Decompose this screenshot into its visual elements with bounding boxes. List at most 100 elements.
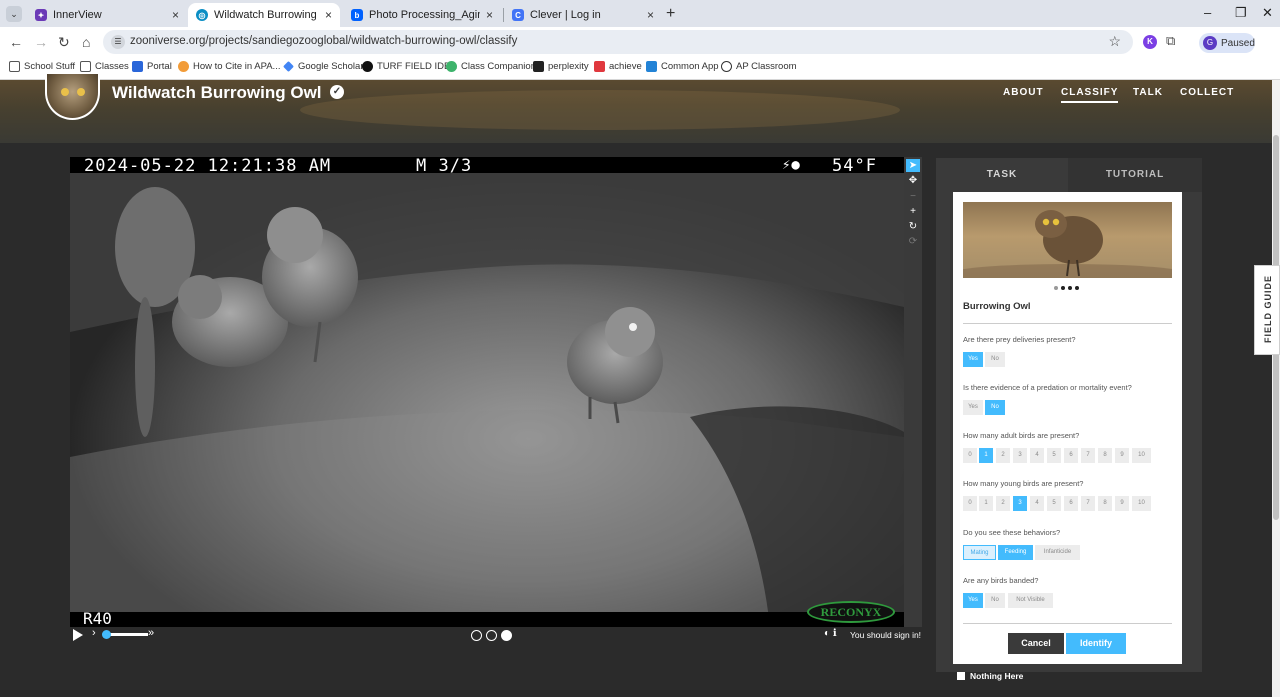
bookmark-portal[interactable]: Portal: [132, 61, 172, 72]
bookmark-school-stuff[interactable]: School Stuff: [9, 61, 75, 72]
address-bar[interactable]: ☰ zooniverse.org/projects/sandiegozooglo…: [103, 30, 1133, 54]
nothing-here-checkbox[interactable]: [957, 672, 965, 680]
window-close-icon[interactable]: ✕: [1262, 5, 1273, 21]
answer-adult-8[interactable]: 8: [1098, 448, 1112, 463]
answer-adult-0[interactable]: 0: [963, 448, 977, 463]
bookmark-turf[interactable]: TURF FIELD IDEA: [362, 61, 457, 72]
answer-infanticide[interactable]: Infanticide: [1035, 545, 1080, 560]
camera-trap-image[interactable]: [70, 157, 904, 627]
answer-adult-5[interactable]: 5: [1047, 448, 1061, 463]
back-arrow-icon[interactable]: ←: [9, 34, 23, 50]
pointer-tool-icon[interactable]: ➤: [906, 159, 920, 172]
zoom-in-icon[interactable]: +: [906, 205, 920, 218]
bookmark-class-companion[interactable]: Class Companion: [446, 61, 536, 72]
answer-adult-10[interactable]: 10: [1132, 448, 1151, 463]
answer-young-1[interactable]: 1: [979, 496, 993, 511]
site-info-icon[interactable]: ☰: [111, 35, 125, 49]
frame-dot-1[interactable]: [471, 630, 482, 641]
bookmark-star-icon[interactable]: ☆: [1108, 33, 1121, 50]
answer-feeding[interactable]: Feeding: [998, 545, 1033, 560]
answer-young-8[interactable]: 8: [1098, 496, 1112, 511]
bookmark-apa[interactable]: How to Cite in APA...: [178, 61, 280, 72]
browser-tab-zooniverse[interactable]: ◎ Wildwatch Burrowing Owl » Cla ×: [188, 3, 340, 27]
bookmark-ap-classroom[interactable]: AP Classroom: [721, 61, 797, 72]
nothing-here-option[interactable]: Nothing Here: [957, 671, 1023, 681]
answer-q2-yes[interactable]: Yes: [963, 400, 983, 415]
contrast-info-icons[interactable]: ◐ ℹ: [824, 628, 837, 639]
answer-young-0[interactable]: 0: [963, 496, 977, 511]
tab-search-button[interactable]: ⌄: [6, 6, 22, 22]
answer-adult-7[interactable]: 7: [1081, 448, 1095, 463]
answer-young-2[interactable]: 2: [996, 496, 1010, 511]
profile-button[interactable]: G Paused: [1199, 33, 1255, 53]
tab-close-icon[interactable]: ×: [647, 8, 654, 22]
bookmark-achieve[interactable]: achieve: [594, 61, 642, 72]
browser-tab-clever[interactable]: C Clever | Log in ×: [504, 3, 662, 27]
carousel-dot[interactable]: [1061, 286, 1065, 290]
extensions-puzzle-icon[interactable]: ⧉: [1166, 33, 1175, 49]
nav-collect[interactable]: COLLECT: [1180, 87, 1234, 98]
carousel-dot[interactable]: [1068, 286, 1072, 290]
tab-close-icon[interactable]: ×: [486, 8, 493, 22]
tab-close-icon[interactable]: ×: [172, 8, 179, 22]
extension-k-icon[interactable]: K: [1143, 35, 1157, 49]
camera-id: R40: [83, 609, 112, 627]
nav-talk[interactable]: TALK: [1133, 87, 1163, 98]
rotate-icon[interactable]: ↻: [906, 220, 920, 233]
answer-q2-no[interactable]: No: [985, 400, 1005, 415]
tab-task[interactable]: TASK: [936, 158, 1068, 192]
reset-icon[interactable]: ⟳: [906, 235, 920, 248]
minimize-icon[interactable]: –: [1204, 5, 1211, 20]
answer-young-6[interactable]: 6: [1064, 496, 1078, 511]
tab-close-icon[interactable]: ×: [325, 8, 332, 22]
identify-button[interactable]: Identify: [1066, 633, 1126, 654]
sign-in-notice[interactable]: You should sign in!: [850, 630, 921, 640]
frame-dot-2[interactable]: [486, 630, 497, 641]
answer-adult-4[interactable]: 4: [1030, 448, 1044, 463]
slow-speed-icon: ›: [92, 627, 96, 639]
nav-classify[interactable]: CLASSIFY: [1061, 87, 1119, 103]
answer-young-10[interactable]: 10: [1132, 496, 1151, 511]
answer-adult-2[interactable]: 2: [996, 448, 1010, 463]
field-guide-button[interactable]: FIELD GUIDE: [1254, 265, 1280, 355]
carousel-dot[interactable]: [1075, 286, 1079, 290]
answer-young-9[interactable]: 9: [1115, 496, 1129, 511]
carousel-dot[interactable]: [1054, 286, 1058, 290]
url-text[interactable]: zooniverse.org/projects/sandiegozoogloba…: [130, 35, 517, 47]
forward-arrow-icon[interactable]: →: [34, 34, 48, 50]
answer-mating[interactable]: Mating: [963, 545, 996, 560]
play-icon[interactable]: [73, 629, 83, 641]
answer-q1-no[interactable]: No: [985, 352, 1005, 367]
answer-young-7[interactable]: 7: [1081, 496, 1095, 511]
reload-icon[interactable]: ↻: [58, 34, 70, 51]
home-icon[interactable]: ⌂: [82, 34, 90, 50]
answer-young-3[interactable]: 3: [1013, 496, 1027, 511]
subject-viewer[interactable]: 2024-05-22 12:21:38 AM M 3/3 ⚡● 54°F R40…: [70, 157, 904, 627]
answer-young-5[interactable]: 5: [1047, 496, 1061, 511]
restore-icon[interactable]: ❐: [1235, 5, 1247, 21]
answer-adult-9[interactable]: 9: [1115, 448, 1129, 463]
answer-banded-not-visible[interactable]: Not Visible: [1008, 593, 1053, 608]
browser-tab-innerview[interactable]: ✦ InnerView ×: [27, 3, 187, 27]
answer-banded-yes[interactable]: Yes: [963, 593, 983, 608]
bookmark-common-app[interactable]: Common App: [646, 61, 719, 72]
answer-adult-1[interactable]: 1: [979, 448, 993, 463]
tab-tutorial[interactable]: TUTORIAL: [1068, 158, 1202, 192]
answer-adult-6[interactable]: 6: [1064, 448, 1078, 463]
frame-dot-3[interactable]: [501, 630, 512, 641]
project-title[interactable]: Wildwatch Burrowing Owl: [112, 83, 322, 103]
bookmark-perplexity[interactable]: perplexity: [533, 61, 589, 72]
zoom-out-icon[interactable]: −: [906, 190, 920, 203]
browser-tab-box[interactable]: b Photo Processing_Aging BUOW ×: [343, 3, 501, 27]
answer-q1-yes[interactable]: Yes: [963, 352, 983, 367]
bookmark-google-scholar[interactable]: Google Scholar: [283, 61, 363, 72]
answer-adult-3[interactable]: 3: [1013, 448, 1027, 463]
cancel-button[interactable]: Cancel: [1008, 633, 1064, 654]
answer-banded-no[interactable]: No: [985, 593, 1005, 608]
move-tool-icon[interactable]: ✥: [906, 174, 920, 187]
slider-handle[interactable]: [102, 630, 111, 639]
nav-about[interactable]: ABOUT: [1003, 87, 1044, 98]
new-tab-button[interactable]: +: [666, 5, 675, 23]
bookmark-classes[interactable]: Classes: [80, 61, 129, 72]
answer-young-4[interactable]: 4: [1030, 496, 1044, 511]
